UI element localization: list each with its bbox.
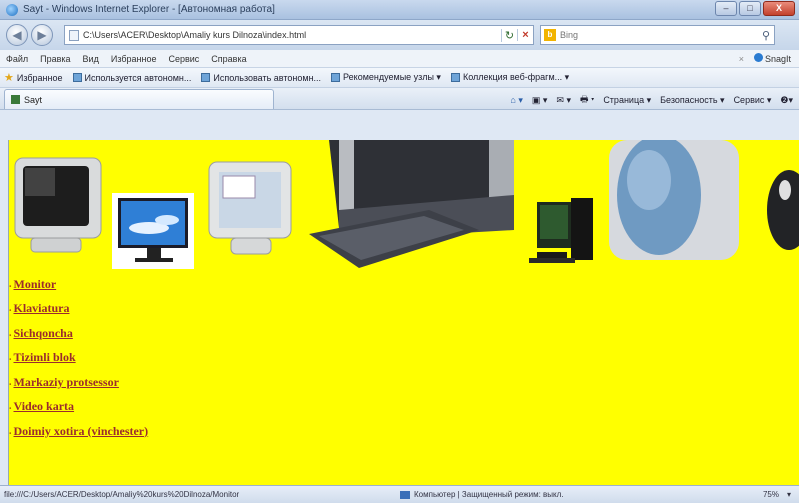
link-monitor[interactable]: Monitor — [14, 277, 57, 292]
favorite-label: Коллекция веб-фрагм... ▾ — [462, 72, 570, 82]
search-input[interactable] — [560, 30, 762, 40]
menu-right: × SnagIt — [739, 53, 791, 64]
snagit-icon — [753, 53, 763, 62]
close-toolbar-icon[interactable]: × — [739, 54, 744, 64]
list-item: . Sichqoncha — [9, 321, 148, 346]
command-bar: ⌂ ▾ ▣ ▾ ✉ ▾ 🖶 ▾ Страница ▾ Безопасность … — [510, 92, 793, 108]
favorites-star-icon[interactable]: ★ — [4, 71, 14, 84]
favorite-item[interactable]: Использовать автономн... — [201, 73, 321, 83]
safety-menu[interactable]: Безопасность ▾ — [660, 95, 724, 106]
bullet: . — [9, 352, 12, 364]
menu-file[interactable]: Файл — [6, 54, 28, 64]
bullet: . — [9, 327, 12, 339]
menu-edit[interactable]: Правка — [40, 54, 70, 64]
list-item: . Tizimli blok — [9, 346, 148, 371]
zoom-level: 75% — [762, 490, 779, 499]
menu-view[interactable]: Вид — [83, 54, 99, 64]
window-title: Sayt - Windows Internet Explorer - [Авто… — [23, 4, 275, 15]
link-tizimli-blok[interactable]: Tizimli blok — [14, 350, 76, 365]
favorite-label: Используется автономн... — [84, 72, 192, 83]
forward-button[interactable]: ▶ — [31, 24, 53, 46]
mail-button[interactable]: ✉ ▾ — [556, 95, 571, 106]
page-icon — [201, 73, 211, 82]
security-zone[interactable]: Компьютер | Защищенный режим: выкл. — [400, 490, 690, 499]
link-list: . Monitor . Klaviatura . Sichqoncha . Tiziml… — [9, 272, 148, 444]
tools-menu[interactable]: Сервис ▾ — [734, 95, 772, 106]
status-bar: file:///C:/Users/ACER/Desktop/Amaliy%20k… — [0, 485, 799, 503]
page-icon — [72, 73, 82, 82]
menu-tools[interactable]: Сервис — [168, 54, 199, 64]
bullet: . — [9, 376, 12, 388]
link-doimiy-xotira[interactable]: Doimiy xotira (vinchester) — [14, 424, 149, 439]
computer-icon — [400, 490, 410, 499]
address-row: ◀ ▶ C:\Users\ACER\Desktop\Amaliy kurs Di… — [0, 20, 799, 50]
hardware-images — [14, 140, 799, 269]
lcd-monitor-image[interactable] — [112, 193, 194, 269]
link-video-karta[interactable]: Video karta — [14, 399, 75, 414]
stop-icon[interactable]: × — [517, 29, 533, 41]
bullet: . — [9, 278, 12, 290]
zoom-control[interactable]: 75% ▾ — [763, 490, 791, 499]
bullet: . — [9, 303, 12, 315]
favorites-bar: ★ Избранное Используется автономн... Исп… — [0, 68, 799, 88]
chevron-down-icon[interactable]: ▾ — [787, 490, 791, 499]
page-icon — [331, 73, 341, 82]
page-content: . Monitor . Klaviatura . Sichqoncha . Tiziml… — [8, 140, 799, 485]
favorite-label: Рекомендуемые узлы ▾ — [343, 72, 441, 82]
home-button[interactable]: ⌂ ▾ — [510, 95, 522, 106]
page-icon — [69, 29, 79, 41]
search-box[interactable]: b ⚲ — [540, 25, 775, 45]
minimize-button[interactable]: – — [715, 1, 737, 16]
tab-favicon-icon — [11, 95, 20, 104]
scanner-image[interactable] — [609, 140, 739, 260]
crt-monitor-image[interactable] — [208, 161, 292, 255]
page-icon — [450, 73, 460, 82]
address-bar[interactable]: C:\Users\ACER\Desktop\Amaliy kurs Dilnoz… — [64, 25, 534, 45]
list-item: . Markaziy protsessor — [9, 370, 148, 395]
favorite-item[interactable]: Рекомендуемые узлы ▾ — [331, 72, 441, 83]
favorites-button[interactable]: Избранное — [17, 73, 63, 83]
computer-image[interactable] — [529, 198, 593, 263]
zone-label: Компьютер | Защищенный режим: выкл. — [414, 490, 564, 499]
crt-monitor-image[interactable] — [14, 157, 102, 253]
maximize-button[interactable]: □ — [739, 1, 761, 16]
snagit-button[interactable]: SnagIt — [753, 53, 791, 64]
favorite-label: Использовать автономн... — [213, 72, 322, 83]
menu-bar: Файл Правка Вид Избранное Сервис Справка… — [0, 50, 799, 68]
printer-image[interactable] — [309, 140, 514, 268]
tab-title: Sayt — [24, 94, 43, 105]
status-url: file:///C:/Users/ACER/Desktop/Amaliy%20k… — [4, 490, 240, 499]
list-item: . Monitor — [9, 272, 148, 297]
mouse-image[interactable] — [767, 170, 799, 250]
title-bar: Sayt - Windows Internet Explorer - [Авто… — [0, 0, 799, 20]
menu-favorites[interactable]: Избранное — [111, 54, 157, 64]
list-item: . Doimiy xotira (vinchester) — [9, 419, 148, 444]
list-item: . Video karta — [9, 395, 148, 420]
link-klaviatura[interactable]: Klaviatura — [14, 301, 70, 316]
ie-logo-icon — [6, 3, 18, 16]
feeds-button[interactable]: ▣ ▾ — [532, 95, 548, 106]
snagit-label: SnagIt — [764, 54, 791, 64]
link-sichqoncha[interactable]: Sichqoncha — [14, 326, 73, 341]
bullet: . — [9, 401, 12, 413]
back-button[interactable]: ◀ — [6, 24, 28, 46]
menu-help[interactable]: Справка — [211, 54, 246, 64]
bullet: . — [9, 425, 12, 437]
favorite-item[interactable]: Коллекция веб-фрагм... ▾ — [450, 72, 570, 83]
window-controls: – □ X — [715, 1, 795, 16]
search-icon[interactable]: ⚲ — [762, 29, 770, 42]
link-markaziy-protsessor[interactable]: Markaziy protsessor — [14, 375, 119, 390]
print-button[interactable]: 🖶 ▾ — [580, 92, 594, 108]
tab-sayt[interactable]: Sayt — [4, 89, 274, 109]
close-button[interactable]: X — [763, 1, 795, 16]
help-button[interactable]: ❷▾ — [780, 95, 793, 106]
refresh-icon[interactable]: ↻ — [501, 28, 517, 42]
favorite-item[interactable]: Используется автономн... — [72, 72, 192, 83]
list-item: . Klaviatura — [9, 297, 148, 322]
tab-row: Sayt ⌂ ▾ ▣ ▾ ✉ ▾ 🖶 ▾ Страница ▾ Безопасн… — [0, 88, 799, 110]
address-url[interactable]: C:\Users\ACER\Desktop\Amaliy kurs Dilnoz… — [83, 30, 501, 40]
page-menu[interactable]: Страница ▾ — [603, 95, 651, 106]
bing-icon: b — [544, 29, 556, 41]
